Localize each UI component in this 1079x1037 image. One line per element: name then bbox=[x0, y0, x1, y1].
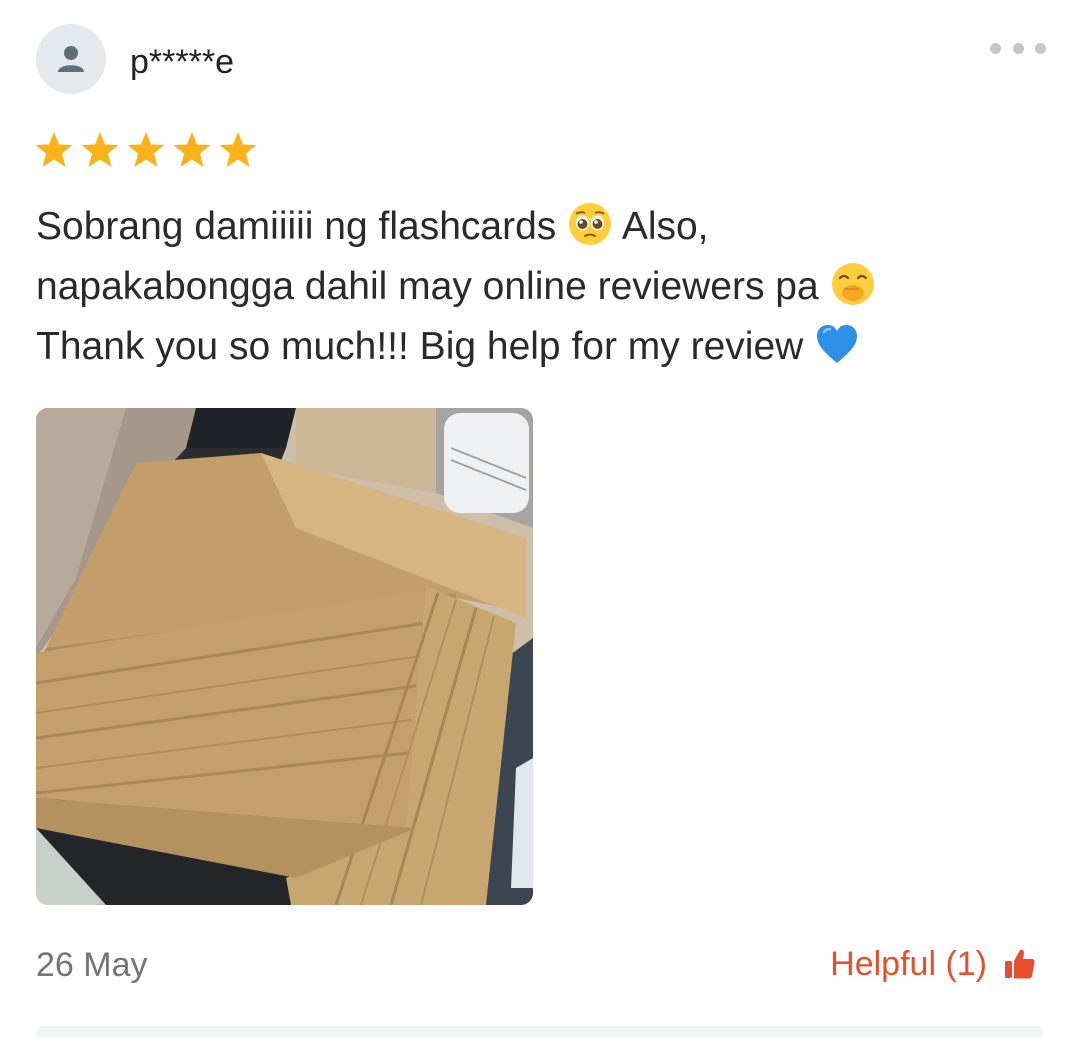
review-text-segment: Thank you so much!!! Big help for my rev… bbox=[36, 325, 804, 368]
hand-over-mouth-icon bbox=[831, 263, 874, 305]
reviewer-name: p*****e bbox=[130, 43, 234, 81]
star-icon bbox=[219, 132, 257, 167]
more-dot-icon bbox=[990, 42, 1001, 54]
helpful-label: Helpful (1) bbox=[830, 945, 987, 983]
review-text-line: Sobrang damiiiii ng flashcards Also, bbox=[36, 197, 1036, 257]
star-icon bbox=[35, 132, 73, 167]
review-text-line: napakabongga dahil may online reviewers … bbox=[36, 257, 1036, 317]
more-dot-icon bbox=[1012, 42, 1024, 54]
user-icon bbox=[58, 46, 84, 72]
review-card: p*****e Sobrang damiiiii ng flashcards A… bbox=[0, 0, 1079, 1037]
review-date: 26 May bbox=[36, 946, 148, 984]
review-text-segment: Also, bbox=[621, 205, 709, 248]
star-icon bbox=[173, 132, 211, 167]
helpful-button[interactable]: Helpful (1) bbox=[830, 944, 1037, 984]
review-photo[interactable] bbox=[36, 408, 533, 905]
pleading-face-icon bbox=[569, 203, 612, 245]
more-options-button[interactable] bbox=[990, 38, 1046, 58]
star-icon bbox=[81, 132, 119, 167]
thumbs-up-icon bbox=[1005, 949, 1035, 979]
blue-heart-icon bbox=[817, 325, 858, 363]
review-text-line: Thank you so much!!! Big help for my rev… bbox=[36, 317, 1036, 377]
review-text-segment: Sobrang damiiiii ng flashcards bbox=[36, 205, 557, 248]
section-divider bbox=[36, 1026, 1043, 1037]
star-icon bbox=[127, 132, 165, 167]
flashcards-box-photo bbox=[36, 408, 533, 905]
more-dot-icon bbox=[1035, 42, 1046, 54]
avatar[interactable] bbox=[36, 24, 106, 94]
star-rating bbox=[34, 130, 258, 170]
review-text: Sobrang damiiiii ng flashcards Also, nap… bbox=[36, 197, 1036, 377]
review-text-segment: napakabongga dahil may online reviewers … bbox=[36, 265, 819, 308]
